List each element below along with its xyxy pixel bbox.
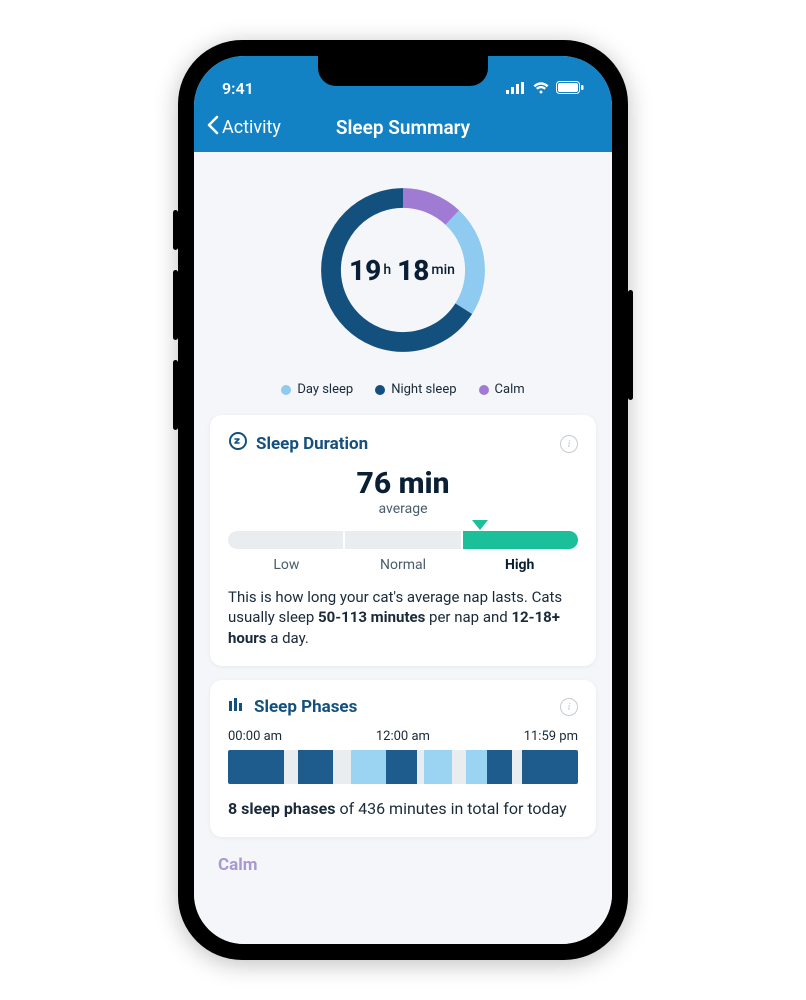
card-title-phases: Sleep Phases <box>228 696 357 719</box>
phase-segment <box>522 750 578 784</box>
phase-segment <box>424 750 452 784</box>
back-button[interactable]: Activity <box>206 115 281 140</box>
calm-card-peek: Calm <box>210 851 596 875</box>
legend: Day sleep Night sleep Calm <box>210 366 596 415</box>
phase-summary: 8 sleep phases of 436 minutes in total f… <box>228 798 578 820</box>
ring-center: 19 h 18 min <box>313 180 493 360</box>
sleep-phases-card: Sleep Phases i 00:00 am12:00 am11:59 pm … <box>210 680 596 838</box>
screen: 9:41 Act <box>194 56 612 944</box>
phase-segment <box>333 750 351 784</box>
slider-seg-normal <box>343 531 460 549</box>
ring-minutes: 18 <box>397 254 429 287</box>
sleep-ring: 19 h 18 min <box>313 180 493 360</box>
ring-hours: 19 <box>349 254 381 287</box>
back-label: Activity <box>222 117 281 138</box>
slider-marker-icon <box>472 520 488 530</box>
average-block: 76 min average <box>228 466 578 517</box>
phase-segment <box>298 750 333 784</box>
legend-dot-icon <box>479 385 489 395</box>
phone-frame: 9:41 Act <box>178 40 628 960</box>
ring-minutes-unit: min <box>431 262 455 278</box>
wifi-icon <box>532 79 550 98</box>
phase-segment <box>512 750 523 784</box>
phase-bar <box>228 750 578 784</box>
volume-up-button <box>173 270 178 340</box>
content-scroll[interactable]: 19 h 18 min Day sleep Night sleep Calm <box>194 152 612 944</box>
sleep-ring-wrap: 19 h 18 min <box>210 162 596 366</box>
phase-time-label: 12:00 am <box>376 729 430 744</box>
card-title-duration: Sleep Duration <box>228 431 368 456</box>
slider-seg-high <box>461 531 578 549</box>
phase-segment <box>351 750 386 784</box>
notch <box>318 56 488 86</box>
slider-labels: LowNormalHigh <box>228 557 578 573</box>
phase-segment <box>386 750 418 784</box>
legend-dot-icon <box>375 385 385 395</box>
average-value: 76 min <box>228 466 578 501</box>
phase-time-label: 11:59 pm <box>524 729 578 744</box>
phase-time-label: 00:00 am <box>228 729 282 744</box>
legend-item: Day sleep <box>281 382 353 397</box>
legend-item: Calm <box>479 382 525 397</box>
slider-label: Low <box>228 557 345 573</box>
legend-label: Calm <box>495 382 525 397</box>
phase-segment <box>452 750 466 784</box>
battery-icon <box>556 79 584 98</box>
phase-segment <box>284 750 298 784</box>
slider-label: High <box>461 557 578 573</box>
duration-slider: LowNormalHigh <box>228 531 578 573</box>
info-icon[interactable]: i <box>560 698 578 716</box>
phases-icon <box>228 696 246 719</box>
legend-item: Night sleep <box>375 382 456 397</box>
side-button <box>173 210 178 250</box>
sleep-icon <box>228 431 248 456</box>
card-title-text: Sleep Duration <box>256 434 368 454</box>
legend-label: Day sleep <box>297 382 353 397</box>
slider-track <box>228 531 578 549</box>
phase-segment <box>466 750 487 784</box>
slider-seg-low <box>228 531 343 549</box>
power-button <box>628 290 633 400</box>
chevron-left-icon <box>206 115 220 140</box>
phase-segment <box>417 750 424 784</box>
ring-hours-unit: h <box>383 262 391 278</box>
status-time: 9:41 <box>222 79 254 98</box>
info-icon[interactable]: i <box>560 435 578 453</box>
legend-dot-icon <box>281 385 291 395</box>
volume-down-button <box>173 360 178 430</box>
status-right <box>506 79 584 98</box>
phase-segment <box>228 750 284 784</box>
phase-segment <box>487 750 512 784</box>
duration-description: This is how long your cat's average nap … <box>228 587 578 648</box>
sleep-duration-card: Sleep Duration i 76 min average LowNorm <box>210 415 596 666</box>
legend-label: Night sleep <box>391 382 456 397</box>
slider-label: Normal <box>345 557 462 573</box>
card-title-text: Sleep Phases <box>254 697 357 717</box>
nav-bar: Activity Sleep Summary <box>194 102 612 152</box>
average-sublabel: average <box>228 501 578 517</box>
phase-times: 00:00 am 12:00 am 11:59 pm <box>228 729 578 744</box>
cellular-icon <box>506 79 526 98</box>
